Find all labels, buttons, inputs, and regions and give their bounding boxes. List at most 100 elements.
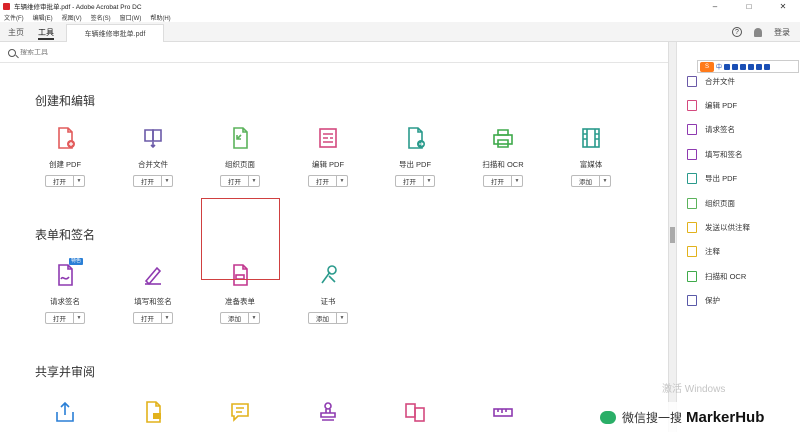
tool-action-button[interactable]: 打开 ▼ xyxy=(133,312,173,324)
tool-card[interactable]: 创建 PDF 打开 ▼ xyxy=(20,126,110,187)
create-pdf-icon[interactable] xyxy=(53,126,77,150)
chevron-down-icon[interactable]: ▼ xyxy=(249,313,259,323)
tool-card[interactable] xyxy=(195,400,285,424)
chevron-down-icon[interactable]: ▼ xyxy=(249,176,259,186)
menu-file[interactable]: 文件(F) xyxy=(4,13,24,22)
tool-card[interactable]: 编辑 PDF 打开 ▼ xyxy=(283,126,373,187)
right-panel-item[interactable]: 组织页面 xyxy=(687,196,735,210)
tool-card[interactable] xyxy=(20,400,110,424)
rich-media-icon[interactable] xyxy=(579,126,603,150)
share-icon[interactable] xyxy=(53,400,77,424)
chevron-down-icon[interactable]: ▼ xyxy=(512,176,522,186)
tool-action-button[interactable]: 打开 ▼ xyxy=(133,175,173,187)
tool-action-label[interactable]: 打开 xyxy=(46,313,74,323)
tool-card[interactable]: 富媒体 添加 ▼ xyxy=(546,126,636,187)
fill-sign-icon[interactable] xyxy=(141,263,165,287)
tool-card[interactable]: 合并文件 打开 ▼ xyxy=(108,126,198,187)
ime-voice-icon[interactable] xyxy=(740,63,747,70)
ime-emoji-icon[interactable] xyxy=(732,63,739,70)
vertical-scrollbar[interactable] xyxy=(668,42,676,432)
tab-home[interactable]: 主页 xyxy=(8,22,24,42)
chevron-down-icon[interactable]: ▼ xyxy=(337,176,347,186)
menu-sign[interactable]: 签名(S) xyxy=(91,13,111,22)
chevron-down-icon[interactable]: ▼ xyxy=(74,313,84,323)
chevron-down-icon[interactable]: ▼ xyxy=(162,313,172,323)
chevron-down-icon[interactable]: ▼ xyxy=(337,313,347,323)
measure-icon[interactable] xyxy=(491,400,515,424)
tool-action-button[interactable]: 打开 ▼ xyxy=(220,175,260,187)
close-button[interactable]: ✕ xyxy=(766,0,800,12)
export-pdf-icon[interactable] xyxy=(403,126,427,150)
tool-action-label[interactable]: 打开 xyxy=(46,176,74,186)
organize-pages-icon[interactable] xyxy=(228,126,252,150)
chevron-down-icon[interactable]: ▼ xyxy=(74,176,84,186)
tool-action-button[interactable]: 添加 ▼ xyxy=(220,312,260,324)
right-panel-item[interactable]: 注释 xyxy=(687,245,720,259)
tool-card[interactable] xyxy=(108,400,198,424)
ime-toolbar[interactable]: S 中 xyxy=(697,60,799,73)
tool-action-label[interactable]: 打开 xyxy=(309,176,337,186)
login-button[interactable]: 登录 xyxy=(774,27,790,38)
right-panel-item[interactable]: 扫描和 OCR xyxy=(687,269,746,283)
bell-icon[interactable] xyxy=(754,27,762,37)
stamp-icon[interactable] xyxy=(316,400,340,424)
right-panel-item[interactable]: 合并文件 xyxy=(687,74,735,88)
right-panel-item[interactable]: 编辑 PDF xyxy=(687,98,737,112)
right-panel-item[interactable]: 导出 PDF xyxy=(687,172,737,186)
tool-card[interactable] xyxy=(370,400,460,424)
help-icon[interactable]: ? xyxy=(732,27,742,37)
tool-card[interactable]: 组织页面 打开 ▼ xyxy=(195,126,285,187)
tool-action-label[interactable]: 添加 xyxy=(572,176,600,186)
combine-files-icon[interactable] xyxy=(141,126,165,150)
scan-ocr-icon[interactable] xyxy=(491,126,515,150)
tool-action-button[interactable]: 打开 ▼ xyxy=(45,312,85,324)
tool-action-label[interactable]: 添加 xyxy=(309,313,337,323)
tool-action-button[interactable]: 添加 ▼ xyxy=(308,312,348,324)
tool-card[interactable]: 证书 添加 ▼ xyxy=(283,263,373,324)
ime-keyboard-icon[interactable] xyxy=(748,63,755,70)
tool-card[interactable]: 特色 请求签名 打开 ▼ xyxy=(20,258,110,324)
certificates-icon[interactable] xyxy=(316,263,340,287)
right-panel-item[interactable]: 填写和签名 xyxy=(687,147,743,161)
tool-action-label[interactable]: 打开 xyxy=(484,176,512,186)
tool-card[interactable]: 导出 PDF 打开 ▼ xyxy=(370,126,460,187)
request-signature-icon[interactable]: 特色 xyxy=(53,258,83,287)
search-input[interactable] xyxy=(20,49,320,56)
tool-action-label[interactable]: 打开 xyxy=(396,176,424,186)
tool-action-label[interactable]: 打开 xyxy=(134,176,162,186)
tool-action-label[interactable]: 打开 xyxy=(134,313,162,323)
tool-card[interactable]: 填写和签名 打开 ▼ xyxy=(108,263,198,324)
edit-pdf-icon[interactable] xyxy=(316,126,340,150)
tool-action-button[interactable]: 打开 ▼ xyxy=(45,175,85,187)
tool-card[interactable] xyxy=(458,400,548,424)
tool-action-button[interactable]: 添加 ▼ xyxy=(571,175,611,187)
tool-action-button[interactable]: 打开 ▼ xyxy=(395,175,435,187)
right-panel-item[interactable]: 保护 xyxy=(687,294,720,308)
right-panel-item[interactable]: 请求签名 xyxy=(687,123,735,137)
maximize-button[interactable]: □ xyxy=(732,0,766,12)
menu-view[interactable]: 视图(V) xyxy=(62,13,82,22)
tool-action-button[interactable]: 打开 ▼ xyxy=(308,175,348,187)
right-panel-item[interactable]: 发送以供注释 xyxy=(687,220,750,234)
tool-card[interactable]: 扫描和 OCR 打开 ▼ xyxy=(458,126,548,187)
tool-card[interactable] xyxy=(283,400,373,424)
comment-icon[interactable] xyxy=(228,400,252,424)
send-for-comments-icon[interactable] xyxy=(141,400,165,424)
chevron-down-icon[interactable]: ▼ xyxy=(162,176,172,186)
minimize-button[interactable]: – xyxy=(698,0,732,12)
tool-action-label[interactable]: 打开 xyxy=(221,176,249,186)
ime-skin-icon[interactable] xyxy=(756,63,763,70)
menu-help[interactable]: 帮助(H) xyxy=(150,13,170,22)
ime-punct-icon[interactable] xyxy=(724,63,731,70)
tab-document[interactable]: 车辆维修审批单.pdf xyxy=(66,24,164,42)
scrollbar-thumb[interactable] xyxy=(670,227,675,243)
tool-action-button[interactable]: 打开 ▼ xyxy=(483,175,523,187)
chevron-down-icon[interactable]: ▼ xyxy=(600,176,610,186)
menu-window[interactable]: 窗口(W) xyxy=(120,13,142,22)
tool-action-label[interactable]: 添加 xyxy=(221,313,249,323)
menu-edit[interactable]: 编辑(E) xyxy=(33,13,53,22)
tab-tools[interactable]: 工具 xyxy=(38,22,54,42)
chevron-down-icon[interactable]: ▼ xyxy=(424,176,434,186)
ime-menu-icon[interactable] xyxy=(764,63,771,70)
compare-files-icon[interactable] xyxy=(403,400,427,424)
